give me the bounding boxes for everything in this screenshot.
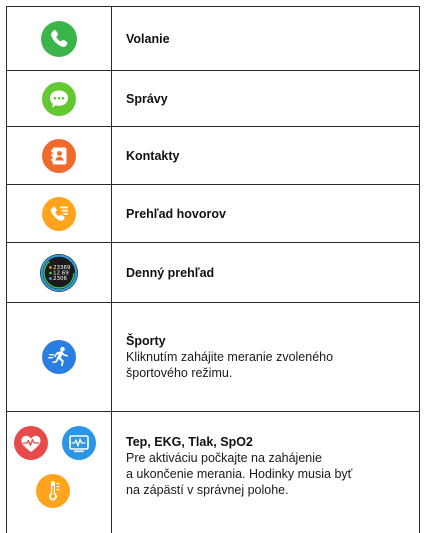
icon-cell <box>6 127 111 184</box>
calories-stat: 2306 <box>53 276 67 282</box>
row-description-line: športového režimu. <box>126 366 233 380</box>
table-row: Tep, EKG, Tlak, SpO2 Pre aktiváciu počka… <box>6 412 420 533</box>
row-text: Prehľad hovorov <box>126 185 412 242</box>
icon-cell <box>6 412 111 533</box>
row-text: Denný prehľad <box>126 243 412 302</box>
row-text: Správy <box>126 71 412 126</box>
row-text: Športy Kliknutím zahájite meranie zvolen… <box>126 303 412 411</box>
phone-icon <box>40 20 77 57</box>
table-row: Správy <box>6 71 420 126</box>
ekg-icon <box>62 426 96 460</box>
table-row: Volanie <box>6 7 420 70</box>
row-title: Športy <box>126 334 166 348</box>
table-row: Kontakty <box>6 127 420 184</box>
row-description-line: a ukončenie merania. Hodinky musia byť <box>126 467 353 481</box>
row-title: Denný prehľad <box>126 265 215 280</box>
row-text: Tep, EKG, Tlak, SpO2 Pre aktiváciu počka… <box>126 412 412 498</box>
row-title: Správy <box>126 91 168 106</box>
icon-cell <box>6 303 111 411</box>
row-description-line: na zápästí v správnej polohe. <box>126 483 289 497</box>
heart-rate-icon <box>14 426 48 460</box>
thermometer-icon <box>36 474 70 508</box>
row-title: Kontakty <box>126 148 180 163</box>
daily-overview-icon: 23369 12.69 2306 <box>39 253 78 292</box>
icon-cell: 23369 12.69 2306 <box>6 243 111 302</box>
table-row: 23369 12.69 2306 Denný prehľad <box>6 243 420 302</box>
sports-icon <box>41 340 76 374</box>
icon-cell <box>6 71 111 126</box>
row-title: Volanie <box>126 31 170 46</box>
contacts-icon <box>41 138 76 173</box>
call-log-icon <box>41 196 76 231</box>
row-description-line: Kliknutím zahájite meranie zvoleného <box>126 350 334 364</box>
row-title: Tep, EKG, Tlak, SpO2 <box>126 435 253 449</box>
feature-table: Volanie Správy Kontakty Prehľad hovorov … <box>0 0 424 533</box>
table-row: Športy Kliknutím zahájite meranie zvolen… <box>6 303 420 411</box>
row-description-line: Pre aktiváciu počkajte na zahájenie <box>126 451 322 465</box>
row-text: Volanie <box>126 7 412 70</box>
message-icon <box>41 81 76 116</box>
row-title: Prehľad hovorov <box>126 206 226 221</box>
icon-cell <box>6 185 111 242</box>
icon-cell <box>6 7 111 70</box>
table-row: Prehľad hovorov <box>6 185 420 242</box>
row-text: Kontakty <box>126 127 412 184</box>
